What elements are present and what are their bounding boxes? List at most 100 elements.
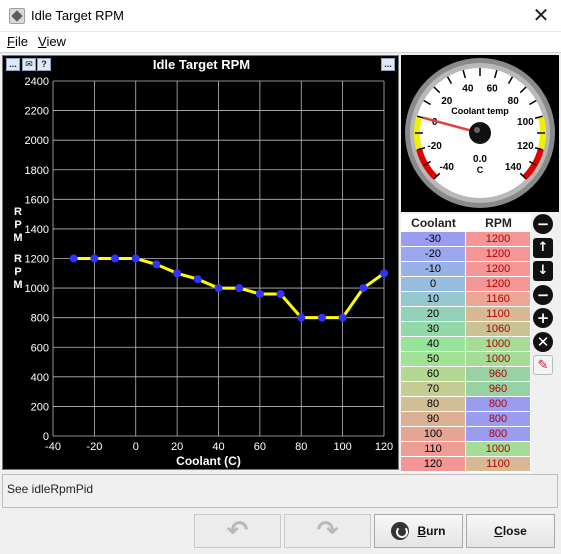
table-body: -30 1200 -20 1200 -10 1200 0 1200 10 1160 20 1100 30… bbox=[401, 232, 531, 472]
coolant-cell[interactable]: 120 bbox=[401, 457, 466, 472]
table-row: -30 1200 bbox=[401, 232, 531, 247]
data-point[interactable] bbox=[193, 275, 202, 284]
title-bar: Idle Target RPM ✕ bbox=[0, 0, 561, 32]
decrease-button[interactable]: − bbox=[533, 284, 553, 305]
rpm-cell[interactable]: 1100 bbox=[466, 457, 531, 472]
gauge-tick-label: 100 bbox=[517, 117, 534, 128]
coolant-cell[interactable]: 10 bbox=[401, 292, 466, 307]
cancel-button[interactable]: ✕ bbox=[533, 331, 553, 352]
table-row: 0 1200 bbox=[401, 277, 531, 292]
table-row: 40 1000 bbox=[401, 337, 531, 352]
data-point[interactable] bbox=[359, 284, 368, 293]
data-point[interactable] bbox=[214, 284, 223, 293]
coolant-cell[interactable]: 50 bbox=[401, 352, 466, 367]
rpm-curve-chart[interactable]: 0 200 400 600 800 1000 1200 1400 1600 1800 2000 220… bbox=[3, 56, 400, 471]
coolant-cell[interactable]: -20 bbox=[401, 247, 466, 262]
data-point[interactable] bbox=[111, 254, 120, 263]
increase-button[interactable]: + bbox=[533, 308, 553, 328]
rpm-cell[interactable]: 960 bbox=[466, 382, 531, 397]
data-point[interactable] bbox=[276, 290, 285, 298]
rpm-cell[interactable]: 800 bbox=[466, 412, 531, 427]
data-point[interactable] bbox=[152, 260, 161, 269]
rpm-cell[interactable]: 800 bbox=[466, 427, 531, 442]
rpm-cell[interactable]: 1000 bbox=[466, 442, 531, 457]
table-row: 30 1060 bbox=[401, 322, 531, 337]
rpm-cell[interactable]: 1200 bbox=[466, 262, 531, 277]
rpm-cell[interactable]: 1000 bbox=[466, 337, 531, 352]
close-button[interactable]: Close bbox=[466, 514, 555, 548]
table-header: Coolant RPM bbox=[401, 214, 531, 232]
gauge-tick-label: 140 bbox=[505, 162, 522, 173]
coolant-cell[interactable]: 70 bbox=[401, 382, 466, 397]
x-tick-label: 40 bbox=[212, 441, 224, 453]
redo-button[interactable]: ↷ bbox=[284, 514, 371, 548]
table-row: 100 800 bbox=[401, 427, 531, 442]
redo-icon: ↷ bbox=[316, 516, 339, 546]
data-point[interactable] bbox=[380, 269, 388, 278]
y-tick-label: 1800 bbox=[25, 165, 49, 177]
close-window-icon[interactable]: ✕ bbox=[529, 3, 553, 27]
y-tick-label: 1200 bbox=[25, 254, 49, 266]
undo-button[interactable]: ↶ bbox=[194, 514, 281, 548]
gauge-tick-label: 40 bbox=[462, 84, 474, 95]
y-axis-label: RPMRPM bbox=[13, 206, 23, 291]
move-up-button[interactable]: ↑ bbox=[533, 237, 553, 258]
collapse-button[interactable]: − bbox=[533, 214, 553, 234]
coolant-gauge-panel: -40 -20 0 20 40 60 80 100 120 140 Coolant temp 0.0 C bbox=[401, 55, 559, 212]
rpm-cell[interactable]: 800 bbox=[466, 397, 531, 412]
menu-view[interactable]: View bbox=[38, 34, 66, 49]
data-point[interactable] bbox=[69, 254, 78, 263]
y-tick-label: 2000 bbox=[25, 135, 49, 147]
x-tick-label: 100 bbox=[333, 441, 351, 453]
table-row: 90 800 bbox=[401, 412, 531, 427]
coolant-cell[interactable]: 60 bbox=[401, 367, 466, 382]
data-point[interactable] bbox=[297, 313, 306, 322]
gauge-hub-highlight bbox=[474, 127, 480, 133]
data-point[interactable] bbox=[255, 290, 264, 298]
rpm-cell[interactable]: 1000 bbox=[466, 352, 531, 367]
burn-button[interactable]: Burn bbox=[374, 514, 463, 548]
data-point[interactable] bbox=[235, 284, 244, 293]
coolant-cell[interactable]: 110 bbox=[401, 442, 466, 457]
data-point[interactable] bbox=[131, 254, 140, 263]
menu-file[interactable]: File bbox=[7, 34, 28, 49]
y-tick-label: 600 bbox=[31, 342, 49, 354]
coolant-cell[interactable]: 100 bbox=[401, 427, 466, 442]
data-point[interactable] bbox=[317, 313, 326, 322]
rpm-cell[interactable]: 1100 bbox=[466, 307, 531, 322]
rpm-cell[interactable]: 1060 bbox=[466, 322, 531, 337]
table-row: -20 1200 bbox=[401, 247, 531, 262]
rpm-cell[interactable]: 1200 bbox=[466, 232, 531, 247]
coolant-cell[interactable]: 30 bbox=[401, 322, 466, 337]
rpm-cell[interactable]: 1200 bbox=[466, 277, 531, 292]
table-row: 70 960 bbox=[401, 382, 531, 397]
move-down-button[interactable]: ↓ bbox=[533, 261, 553, 281]
coolant-cell[interactable]: -30 bbox=[401, 232, 466, 247]
header-rpm: RPM bbox=[485, 216, 512, 230]
table-row: 20 1100 bbox=[401, 307, 531, 322]
table-row: -10 1200 bbox=[401, 262, 531, 277]
x-tick-label: 60 bbox=[254, 441, 266, 453]
coolant-cell[interactable]: 0 bbox=[401, 277, 466, 292]
coolant-cell[interactable]: 20 bbox=[401, 307, 466, 322]
gauge-units: C bbox=[477, 165, 484, 175]
gauge-title: Coolant temp bbox=[451, 106, 509, 116]
gauge-tick-label: 120 bbox=[517, 141, 534, 152]
rpm-cell[interactable]: 1160 bbox=[466, 292, 531, 307]
data-point[interactable] bbox=[173, 269, 182, 278]
coolant-cell[interactable]: 40 bbox=[401, 337, 466, 352]
coolant-cell[interactable]: -10 bbox=[401, 262, 466, 277]
coolant-cell[interactable]: 80 bbox=[401, 397, 466, 412]
data-point[interactable] bbox=[338, 313, 347, 322]
gauge-tick-label: 60 bbox=[487, 84, 499, 95]
rpm-cell[interactable]: 960 bbox=[466, 367, 531, 382]
rpm-cell[interactable]: 1200 bbox=[466, 247, 531, 262]
curve-chart-panel: 0 200 400 600 800 1000 1200 1400 1600 1800 2000 220… bbox=[2, 55, 399, 470]
data-point[interactable] bbox=[90, 254, 99, 263]
x-axis-label: Coolant (C) bbox=[176, 454, 241, 468]
x-tick-label: -40 bbox=[45, 441, 61, 453]
y-tick-label: 2200 bbox=[25, 106, 49, 118]
edit-pen-icon[interactable]: ✎ bbox=[533, 355, 553, 375]
coolant-cell[interactable]: 90 bbox=[401, 412, 466, 427]
x-tick-label: 20 bbox=[171, 441, 183, 453]
